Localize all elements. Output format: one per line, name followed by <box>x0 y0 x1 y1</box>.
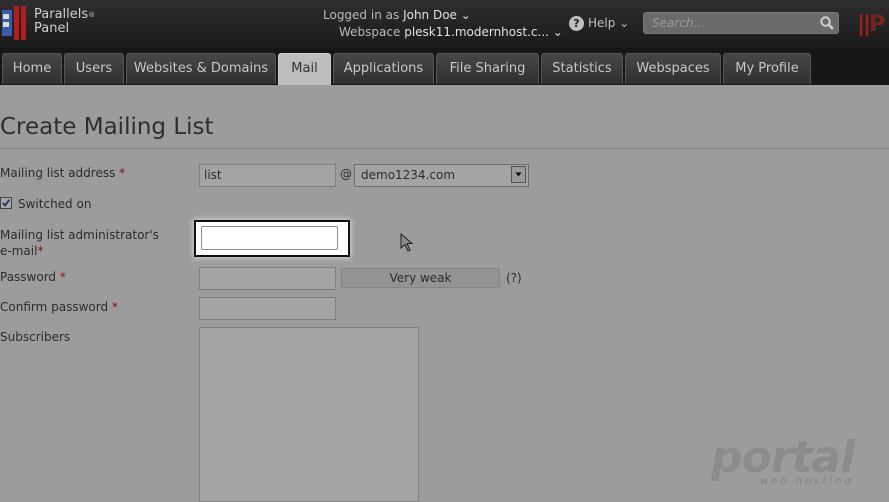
title-divider <box>0 148 889 149</box>
switched-on-label: Switched on <box>18 197 92 211</box>
tab-my-profile[interactable]: My Profile <box>723 53 811 84</box>
tab-file-sharing[interactable]: File Sharing <box>436 53 539 84</box>
search-icon[interactable] <box>819 15 835 31</box>
logo-line1: Parallels® <box>34 7 96 22</box>
parallels-logo-icon <box>2 6 26 40</box>
tab-home[interactable]: Home <box>2 53 62 84</box>
chevron-down-icon: ⌄ <box>552 25 563 39</box>
address-label: Mailing list address * <box>0 166 126 180</box>
page-title: Create Mailing List <box>0 114 214 140</box>
address-input[interactable]: list <box>199 164 336 187</box>
confirm-password-label: Confirm password * <box>0 300 118 314</box>
logged-in-prefix: Logged in as <box>323 8 400 22</box>
confirm-password-input[interactable] <box>199 297 336 320</box>
tab-webspaces[interactable]: Webspaces <box>625 53 721 84</box>
tab-users[interactable]: Users <box>64 53 124 84</box>
logo-registered-mark: ® <box>88 11 96 19</box>
tab-websites-domains[interactable]: Websites & Domains <box>126 53 276 84</box>
required-mark: * <box>119 166 126 180</box>
domain-select[interactable]: demo1234.com <box>354 164 529 187</box>
webspace-info: Webspace plesk11.modernhost.c... ⌄ <box>339 25 563 39</box>
required-mark: * <box>37 244 44 258</box>
switched-on-checkbox[interactable] <box>0 197 12 209</box>
user-menu[interactable]: John Doe ⌄ <box>403 8 471 22</box>
logged-in-info: Logged in as John Doe ⌄ <box>323 8 471 22</box>
tab-applications[interactable]: Applications <box>333 53 434 84</box>
at-sign: @ <box>340 167 352 181</box>
password-help-link[interactable]: (?) <box>506 271 522 285</box>
logo-line2: Panel <box>34 21 70 36</box>
password-strength-indicator: Very weak <box>341 268 500 288</box>
watermark-subtitle: web hosting <box>760 476 854 487</box>
required-mark: * <box>59 270 66 284</box>
required-mark: * <box>111 300 118 314</box>
tab-statistics[interactable]: Statistics <box>541 53 623 84</box>
brand-logo-right: ||P <box>857 12 885 37</box>
help-menu[interactable]: ? Help ⌄ <box>569 16 629 31</box>
dropdown-arrow-icon[interactable] <box>511 166 526 183</box>
webspace-selector[interactable]: plesk11.modernhost.c... ⌄ <box>404 25 563 39</box>
admin-email-input[interactable] <box>201 226 338 250</box>
subscribers-label: Subscribers <box>0 330 71 344</box>
search-input[interactable]: Search... <box>643 12 839 34</box>
admin-email-label: Mailing list administrator's e-mail* <box>0 228 159 258</box>
chevron-down-icon: ⌄ <box>619 16 630 30</box>
mouse-cursor-icon <box>400 233 414 252</box>
password-label: Password * <box>0 270 66 284</box>
webspace-prefix: Webspace <box>339 25 401 39</box>
subscribers-textarea[interactable] <box>199 327 419 502</box>
help-icon: ? <box>569 16 584 31</box>
chevron-down-icon: ⌄ <box>460 8 471 22</box>
password-input[interactable] <box>199 267 336 290</box>
tab-mail[interactable]: Mail <box>278 53 331 85</box>
